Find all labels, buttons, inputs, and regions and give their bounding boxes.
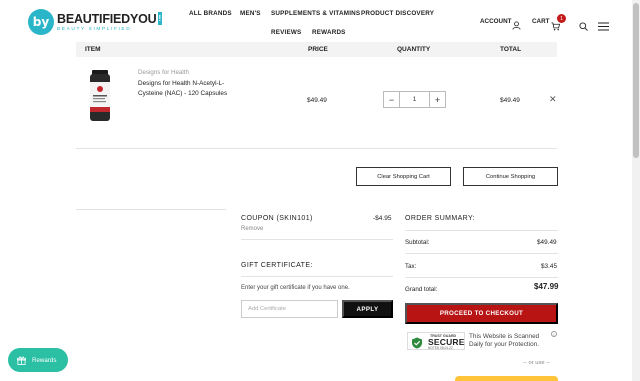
col-quantity: QUANTITY [397, 46, 431, 53]
product-total: $49.49 [500, 97, 520, 104]
summary-divider [405, 230, 558, 231]
gift-divider [241, 276, 393, 277]
gift-certificate-description: Enter your gift certificate if you have … [241, 285, 350, 291]
logo-brand: BEAUTIFIEDYOU! [57, 12, 162, 26]
coupon-divider [241, 239, 393, 240]
nav-rewards[interactable]: REWARDS [312, 29, 346, 36]
quantity-stepper: − 1 + [383, 91, 446, 108]
col-price: PRICE [308, 46, 328, 53]
row-divider [76, 148, 557, 149]
product-name[interactable]: Designs for Health N-Acetyl-L-Cysteine (… [138, 79, 248, 98]
gift-certificate-label: GIFT CERTIFICATE: [241, 262, 313, 269]
col-total: TOTAL [500, 46, 522, 53]
scrollbar-thumb[interactable] [633, 3, 639, 158]
summary-divider [405, 277, 558, 278]
menu-icon[interactable] [598, 18, 609, 36]
qty-input[interactable]: 1 [400, 91, 429, 108]
subtotal-label: Subtotal: [405, 239, 430, 246]
paypal-button[interactable] [455, 376, 558, 381]
rewards-label: Rewards [32, 356, 57, 364]
product-image[interactable] [86, 70, 114, 122]
gift-certificate-input[interactable]: Add Certificate [241, 300, 338, 318]
proceed-to-checkout-button[interactable]: PROCEED TO CHECKOUT [405, 303, 558, 324]
trust-date: NOTED 08-01-22 [428, 346, 453, 350]
remove-item-icon[interactable]: ✕ [549, 94, 557, 105]
trust-guard-badge[interactable]: TRUST GUARD SECURE NOTED 08-01-22 This W… [405, 331, 558, 351]
logo-bang: ! [157, 12, 162, 25]
subtotal-value: $49.49 [537, 239, 557, 246]
section-divider [76, 209, 226, 210]
grand-total-label: Grand total: [405, 286, 438, 293]
logo-mark: by [28, 9, 54, 35]
nav-mens[interactable]: MEN'S [240, 10, 261, 17]
logo-brand-name: BEAUTIFIEDYOU [57, 12, 157, 26]
user-icon[interactable] [512, 17, 521, 35]
col-item: ITEM [85, 46, 101, 53]
rewards-launcher[interactable]: Rewards [8, 348, 68, 372]
tax-value: $3.45 [541, 263, 557, 270]
order-summary-title: ORDER SUMMARY: [405, 215, 476, 222]
gift-icon [17, 356, 26, 365]
search-icon[interactable] [579, 18, 588, 36]
coupon-remove-link[interactable]: Remove [241, 226, 263, 232]
qty-increase-button[interactable]: + [429, 91, 446, 108]
nav-supplements-vitamins[interactable]: SUPPLEMENTS & VITAMINS [271, 10, 360, 17]
summary-divider [405, 253, 558, 254]
cart-table-header: ITEM PRICE QUANTITY TOTAL [76, 42, 557, 57]
nav-product-discovery[interactable]: PRODUCT DISCOVERY [361, 10, 434, 17]
nav-all-brands[interactable]: ALL BRANDS [189, 10, 232, 17]
cart-count-badge: 1 [557, 14, 566, 23]
logo-text: BEAUTIFIEDYOU! BEAUTY SIMPLIFIED [57, 12, 162, 32]
or-use-divider: -- or use -- [523, 360, 551, 366]
account-link[interactable]: ACCOUNT [480, 18, 511, 25]
shield-icon [411, 336, 423, 354]
clear-cart-button[interactable]: Clear Shopping Cart [356, 167, 451, 186]
coupon-amount: -$4.95 [373, 215, 392, 222]
product-brand[interactable]: Designs for Health [138, 69, 189, 76]
trust-seal: TRUST GUARD SECURE NOTED 08-01-22 [407, 332, 465, 350]
qty-decrease-button[interactable]: − [383, 91, 400, 108]
apply-button[interactable]: APPLY [342, 300, 393, 318]
info-icon[interactable]: i [551, 331, 557, 337]
nav-reviews[interactable]: REVIEWS [271, 29, 301, 36]
trust-description: This Website is Scanned Daily for your P… [469, 333, 539, 349]
continue-shopping-button[interactable]: Continue Shopping [463, 167, 558, 186]
logo-tagline: BEAUTY SIMPLIFIED [57, 27, 132, 32]
grand-total-value: $47.99 [534, 282, 559, 291]
site-header: by BEAUTIFIEDYOU! BEAUTY SIMPLIFIED ALL … [0, 0, 632, 42]
trust-text-line1: This Website is Scanned [469, 333, 540, 340]
coupon-label: COUPON (SKIN101) [241, 215, 313, 222]
site-logo[interactable]: by BEAUTIFIEDYOU! BEAUTY SIMPLIFIED [28, 9, 162, 35]
page-scrollbar[interactable] [632, 0, 640, 381]
tax-label: Tax: [405, 263, 417, 270]
product-price: $49.49 [307, 97, 327, 104]
trust-text-line2: Daily for your Protection. [469, 341, 539, 348]
cart-link[interactable]: CART [532, 18, 550, 25]
